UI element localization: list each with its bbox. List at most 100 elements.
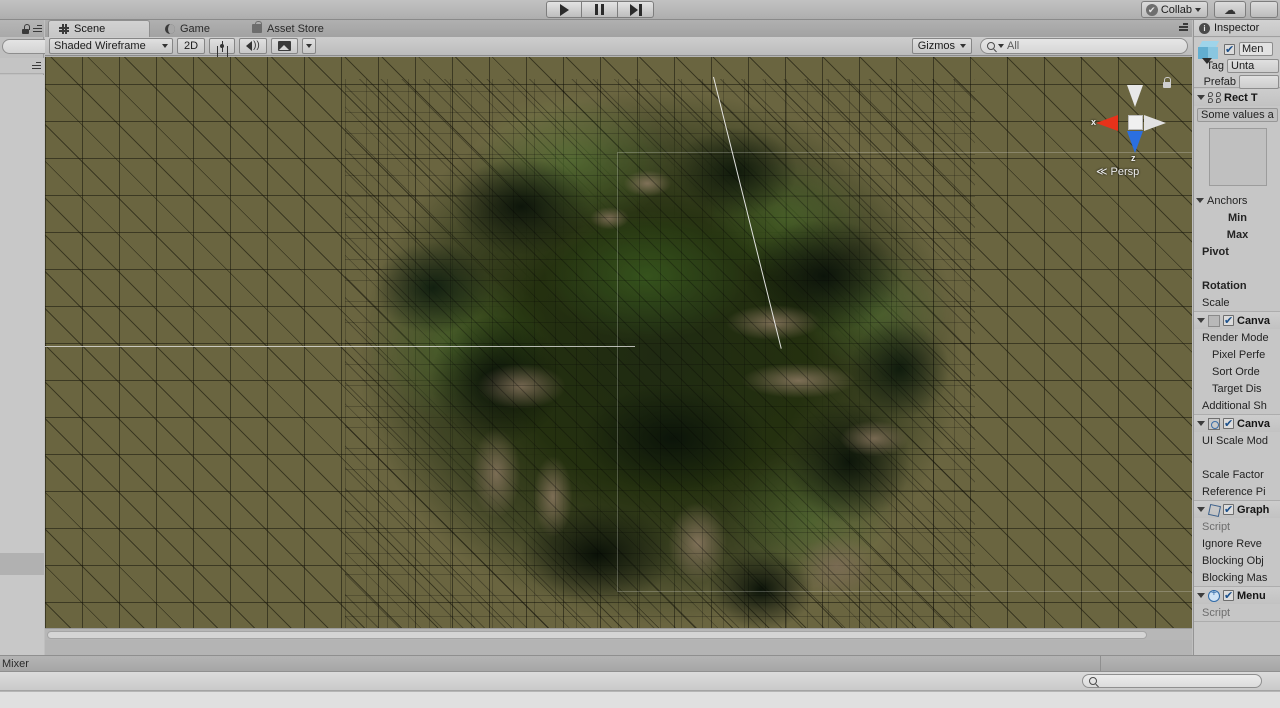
viewport-horizontal-scrollbar[interactable] bbox=[45, 628, 1192, 640]
component-enabled-checkbox[interactable] bbox=[1223, 417, 1234, 430]
hierarchy-tabrow bbox=[0, 20, 44, 37]
row-rotation[interactable]: Rotation bbox=[1194, 277, 1280, 294]
component-header[interactable]: Canva bbox=[1194, 415, 1280, 432]
grid-icon bbox=[59, 24, 69, 34]
row-label: UI Scale Mod bbox=[1202, 434, 1269, 447]
gizmos-dropdown[interactable]: Gizmos bbox=[911, 38, 972, 54]
bottom-panel-upper bbox=[0, 672, 1280, 691]
shopping-bag-icon bbox=[252, 21, 262, 33]
foldout-icon[interactable] bbox=[1197, 421, 1205, 426]
component-header[interactable]: Canva bbox=[1194, 312, 1280, 329]
foldout-icon[interactable] bbox=[1197, 593, 1205, 598]
gizmo-center-cube[interactable] bbox=[1128, 115, 1143, 130]
row-label: Script bbox=[1202, 606, 1231, 619]
scene-control-bar: Shaded Wireframe 2D )) Gizmos All bbox=[45, 37, 1192, 56]
row-render-mode[interactable]: Render Mode bbox=[1194, 329, 1280, 346]
play-button[interactable] bbox=[546, 1, 582, 18]
lock-open-icon[interactable] bbox=[1162, 77, 1172, 88]
foldout-icon[interactable] bbox=[1197, 95, 1205, 100]
hamburger-menu-icon[interactable] bbox=[33, 24, 42, 33]
row-target-display[interactable]: Target Dis bbox=[1194, 380, 1280, 397]
tag-dropdown[interactable]: Unta bbox=[1227, 59, 1279, 73]
toggle-audio-button[interactable]: )) bbox=[239, 38, 267, 54]
tab-game[interactable]: Game bbox=[155, 20, 220, 37]
component-header[interactable]: Rect T bbox=[1194, 89, 1280, 106]
row-blocking-mask[interactable]: Blocking Mas bbox=[1194, 569, 1280, 586]
row-label: Target Dis bbox=[1212, 382, 1262, 395]
gizmo-axis-y[interactable] bbox=[1127, 85, 1143, 107]
cloud-services-button[interactable]: ☁ bbox=[1214, 1, 1246, 18]
row-script[interactable]: Script bbox=[1194, 604, 1280, 621]
row-anchors[interactable]: Anchors bbox=[1194, 192, 1280, 209]
scene-panel-menu-icon[interactable] bbox=[1179, 23, 1188, 31]
row-pixel-perfect[interactable]: Pixel Perfe bbox=[1194, 346, 1280, 363]
rect-anchor-preview[interactable] bbox=[1208, 128, 1267, 186]
tab-scene-label: Scene bbox=[74, 23, 106, 35]
toggle-2d-button[interactable]: 2D bbox=[177, 38, 206, 54]
component-menu-script: Menu Script bbox=[1194, 587, 1280, 622]
toggle-lighting-button[interactable] bbox=[209, 38, 236, 54]
row-ui-scale-mode[interactable]: UI Scale Mod bbox=[1194, 432, 1280, 449]
gizmo-axis-x-neg[interactable] bbox=[1144, 115, 1166, 131]
step-button[interactable] bbox=[618, 1, 654, 18]
prefab-button[interactable] bbox=[1239, 75, 1279, 89]
speaker-icon: )) bbox=[246, 41, 260, 51]
component-header[interactable]: Graph bbox=[1194, 501, 1280, 518]
row-scale-factor[interactable]: Scale Factor bbox=[1194, 466, 1280, 483]
lock-icon[interactable] bbox=[21, 23, 30, 34]
sun-icon bbox=[217, 41, 228, 52]
hamburger-menu-icon-2[interactable] bbox=[32, 61, 41, 70]
tag-row: Tag Unta bbox=[1196, 59, 1280, 73]
row-additional-shader[interactable]: Additional Sh bbox=[1194, 397, 1280, 414]
chevron-down-icon bbox=[305, 44, 312, 48]
row-reference-pixels[interactable]: Reference Pi bbox=[1194, 483, 1280, 500]
account-button[interactable] bbox=[1250, 1, 1278, 18]
inspector-components-list[interactable]: Rect T Some values a Anchors Min Max Piv… bbox=[1194, 89, 1280, 655]
row-ignore-reversed[interactable]: Ignore Reve bbox=[1194, 535, 1280, 552]
component-enabled-checkbox[interactable] bbox=[1223, 589, 1234, 602]
gizmo-projection-toggle[interactable]: ≪ Persp bbox=[1096, 165, 1139, 179]
row-spacer bbox=[1194, 449, 1280, 466]
row-sort-order[interactable]: Sort Orde bbox=[1194, 363, 1280, 380]
gizmo-axis-z[interactable] bbox=[1127, 131, 1143, 153]
row-label: Pivot bbox=[1202, 245, 1229, 258]
foldout-icon[interactable] bbox=[1197, 507, 1205, 512]
gameobject-name-row: Men bbox=[1224, 42, 1273, 56]
scene-view-gizmo[interactable]: x z ≪ Persp bbox=[1090, 77, 1174, 179]
component-title: Rect T bbox=[1224, 91, 1258, 104]
tab-asset-store[interactable]: Asset Store bbox=[242, 20, 334, 37]
tab-mixer[interactable]: Mixer bbox=[0, 658, 29, 670]
row-blocking-objects[interactable]: Blocking Obj bbox=[1194, 552, 1280, 569]
foldout-icon[interactable] bbox=[1196, 198, 1204, 203]
row-anchor-min[interactable]: Min bbox=[1194, 209, 1280, 226]
effects-dropdown-button[interactable] bbox=[301, 38, 316, 54]
pause-button[interactable] bbox=[582, 1, 618, 18]
component-header[interactable]: Menu bbox=[1194, 587, 1280, 604]
panel-divider[interactable] bbox=[0, 553, 44, 575]
foldout-icon[interactable] bbox=[1197, 318, 1205, 323]
row-pivot[interactable]: Pivot bbox=[1194, 243, 1280, 260]
tab-scene[interactable]: Scene bbox=[48, 20, 150, 37]
gameobject-icon bbox=[1197, 41, 1220, 64]
row-label: Pixel Perfe bbox=[1212, 348, 1266, 361]
draw-mode-dropdown[interactable]: Shaded Wireframe bbox=[49, 38, 173, 54]
image-icon bbox=[277, 41, 291, 51]
gameobject-enabled-checkbox[interactable] bbox=[1224, 43, 1235, 56]
pause-icon bbox=[595, 4, 604, 15]
axis-line-horizontal bbox=[45, 346, 635, 347]
tab-inspector[interactable]: i Inspector bbox=[1194, 20, 1280, 37]
row-script[interactable]: Script bbox=[1194, 518, 1280, 535]
scene-search-input[interactable]: All bbox=[980, 38, 1188, 54]
bottom-search-input[interactable] bbox=[1082, 674, 1262, 688]
row-label: Anchors bbox=[1207, 194, 1248, 207]
component-enabled-checkbox[interactable] bbox=[1223, 503, 1234, 516]
component-enabled-checkbox[interactable] bbox=[1223, 314, 1234, 327]
row-scale[interactable]: Scale bbox=[1194, 294, 1280, 311]
collab-button[interactable]: ✔ Collab bbox=[1140, 1, 1208, 18]
toggle-effects-button[interactable] bbox=[270, 38, 298, 54]
scene-viewport[interactable]: x z ≪ Persp bbox=[45, 57, 1192, 640]
row-anchor-max[interactable]: Max bbox=[1194, 226, 1280, 243]
component-canvas: Canva Render Mode Pixel Perfe Sort Orde … bbox=[1194, 312, 1280, 415]
gameobject-name-input[interactable]: Men bbox=[1239, 42, 1273, 56]
gizmo-axis-x[interactable] bbox=[1096, 115, 1118, 131]
